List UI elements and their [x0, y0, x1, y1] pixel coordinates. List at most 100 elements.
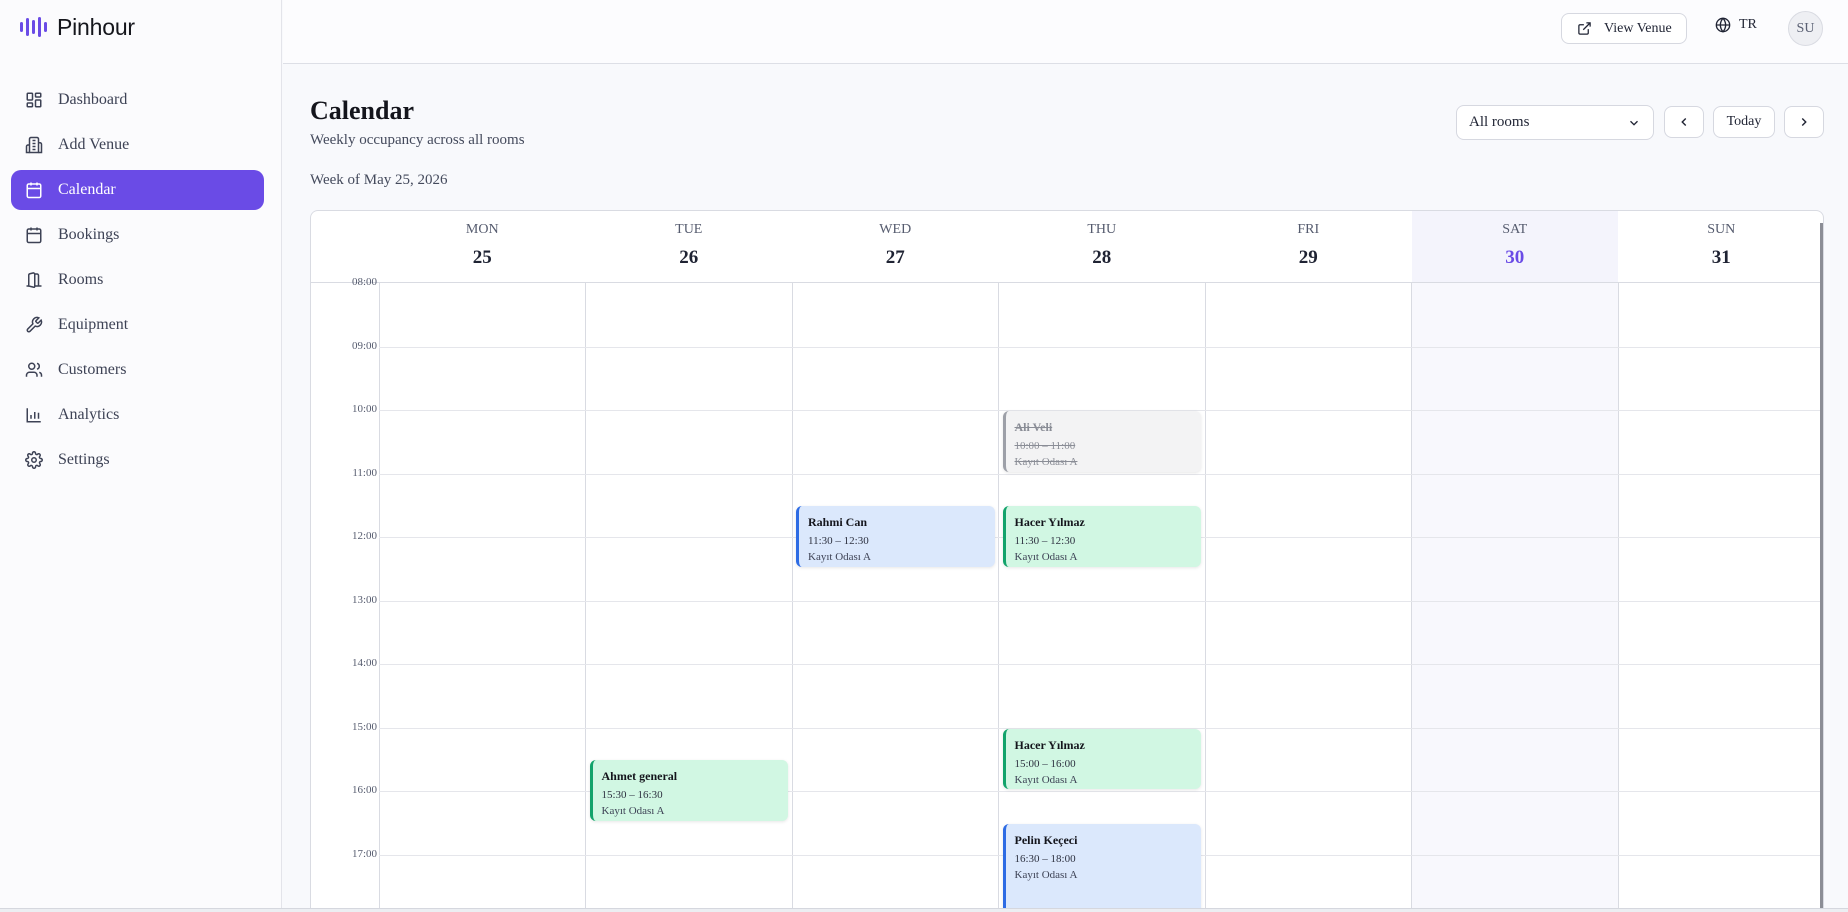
sidebar-item-equipment[interactable]: Equipment	[11, 305, 264, 345]
booking-event[interactable]: Pelin Keçeci 16:30 – 18:00 Kayıt Odası A	[1002, 823, 1201, 912]
next-week-button[interactable]	[1784, 106, 1824, 138]
day-name: SUN	[1707, 222, 1736, 237]
event-room: Kayıt Odası A	[1014, 868, 1078, 881]
sidebar-item-label: Equipment	[58, 316, 129, 333]
hour-label: 09:00	[351, 339, 377, 352]
event-customer-name: Hacer Yılmaz	[1014, 515, 1085, 530]
hour-gridline	[379, 346, 1823, 348]
calendar-scrollbar[interactable]	[1820, 223, 1823, 912]
event-time: 16:30 – 18:00	[1014, 852, 1076, 865]
hour-label: 10:00	[351, 403, 377, 415]
event-room: Kayıt Odası A	[1014, 773, 1078, 786]
logo-waveform-icon	[20, 17, 47, 37]
sidebar-item-bookings[interactable]: Bookings	[11, 215, 264, 255]
event-room: Kayıt Odası A	[1014, 551, 1078, 564]
sidebar: Pinhour Dashboard Add Venue Calendar Boo…	[0, 0, 282, 912]
day-name: THU	[1087, 222, 1117, 237]
day-number: 26	[679, 247, 699, 268]
users-icon	[25, 362, 43, 377]
week-calendar: MON 25 TUE 26 WED 27 THU 28 FRI 29 SAT 30 SUN 31 08:0…	[310, 210, 1824, 912]
room-filter-select[interactable]: All rooms	[1456, 105, 1654, 140]
hour-label: 16:00	[351, 784, 377, 796]
sidebar-item-label: Bookings	[58, 226, 120, 243]
bar-chart-icon	[26, 408, 41, 423]
day-number: 30	[1505, 247, 1525, 268]
hour-label: 15:00	[351, 720, 377, 733]
event-room: Kayıt Odası A	[1014, 456, 1078, 468]
day-header-wed[interactable]: WED 27	[792, 211, 999, 282]
day-number: 25	[472, 247, 492, 268]
wrench-icon	[26, 316, 43, 333]
day-header-thu[interactable]: THU 28	[999, 211, 1206, 282]
event-room: Kayıt Odası A	[601, 805, 665, 818]
booking-event[interactable]: Rahmi Can 11:30 – 12:30 Kayıt Odası A	[796, 506, 995, 567]
day-column-divider	[998, 283, 999, 912]
event-room: Kayıt Odası A	[808, 551, 871, 564]
booking-event[interactable]: Hacer Yılmaz 11:30 – 12:30 Kayıt Odası A	[1002, 506, 1201, 567]
day-header-sat[interactable]: SAT 30	[1411, 211, 1618, 282]
day-column-divider	[1204, 283, 1206, 912]
sidebar-nav: Dashboard Add Venue Calendar Bookings Ro…	[11, 80, 264, 485]
language-switcher[interactable]: TR	[1715, 17, 1757, 33]
hour-gridline	[379, 664, 1823, 665]
chevron-left-icon	[1681, 118, 1687, 126]
hour-label: 08:00	[351, 276, 377, 288]
dashboard-icon	[26, 92, 42, 108]
day-header-fri[interactable]: FRI 29	[1205, 211, 1412, 282]
weekend-column-bg	[1411, 283, 1618, 912]
window-bottom-edge	[0, 908, 1848, 912]
sidebar-item-calendar[interactable]: Calendar	[11, 170, 264, 210]
day-column-divider	[1617, 283, 1619, 912]
room-filter-value: All rooms	[1469, 114, 1530, 130]
external-link-icon	[1578, 22, 1591, 35]
day-name: FRI	[1297, 222, 1320, 237]
booking-event[interactable]: Hacer Yılmaz 15:00 – 16:00 Kayıt Odası A	[1002, 728, 1201, 789]
day-column-divider	[1411, 283, 1412, 912]
sidebar-item-label: Settings	[58, 451, 110, 468]
logo[interactable]: Pinhour	[20, 12, 135, 42]
today-button[interactable]: Today	[1713, 106, 1775, 138]
sidebar-item-label: Customers	[58, 361, 127, 378]
sidebar-item-rooms[interactable]: Rooms	[11, 260, 264, 300]
user-avatar[interactable]: SU	[1788, 11, 1823, 46]
day-number: 31	[1711, 247, 1731, 268]
day-header-mon[interactable]: MON 25	[379, 211, 586, 282]
sidebar-item-label: Analytics	[58, 406, 120, 423]
event-time: 11:30 – 12:30	[1014, 535, 1076, 548]
day-number: 29	[1298, 247, 1318, 268]
day-column-divider	[791, 283, 793, 912]
day-header-tue[interactable]: TUE 26	[586, 211, 793, 282]
event-customer-name: Pelin Keçeci	[1014, 832, 1078, 847]
view-venue-button[interactable]: View Venue	[1561, 13, 1687, 44]
sidebar-item-analytics[interactable]: Analytics	[11, 395, 264, 435]
hour-label: 11:00	[352, 466, 377, 479]
page-subtitle: Weekly occupancy across all rooms	[310, 132, 525, 148]
day-column-divider	[585, 283, 586, 912]
hour-label: 17:00	[351, 847, 377, 860]
hour-label: 12:00	[351, 530, 377, 542]
sidebar-item-customers[interactable]: Customers	[11, 350, 264, 390]
view-venue-label: View Venue	[1604, 20, 1672, 36]
chevron-down-icon	[1630, 120, 1638, 126]
bookings-icon	[26, 227, 42, 244]
sidebar-item-add-venue[interactable]: Add Venue	[11, 125, 264, 165]
booking-event[interactable]: Ali Veli 10:00 – 11:00 Kayıt Odası A	[1002, 411, 1201, 472]
hour-gridline	[379, 473, 1823, 475]
day-column-divider	[379, 283, 380, 912]
sidebar-item-label: Rooms	[58, 271, 104, 288]
day-number: 27	[885, 247, 905, 268]
prev-week-button[interactable]	[1664, 106, 1704, 138]
app-name: Pinhour	[57, 13, 135, 40]
day-name: WED	[879, 222, 912, 237]
day-name: MON	[465, 222, 499, 237]
booking-event[interactable]: Ahmet general 15:30 – 16:30 Kayıt Odası A	[589, 760, 788, 821]
day-name: SAT	[1502, 222, 1528, 237]
day-header-sun[interactable]: SUN 31	[1618, 211, 1823, 282]
sidebar-item-label: Add Venue	[58, 136, 130, 153]
sidebar-item-settings[interactable]: Settings	[11, 440, 264, 480]
language-label: TR	[1739, 17, 1757, 32]
building-icon	[25, 136, 43, 154]
event-customer-name: Rahmi Can	[808, 515, 868, 530]
hour-label: 14:00	[351, 657, 377, 669]
sidebar-item-dashboard[interactable]: Dashboard	[11, 80, 264, 120]
